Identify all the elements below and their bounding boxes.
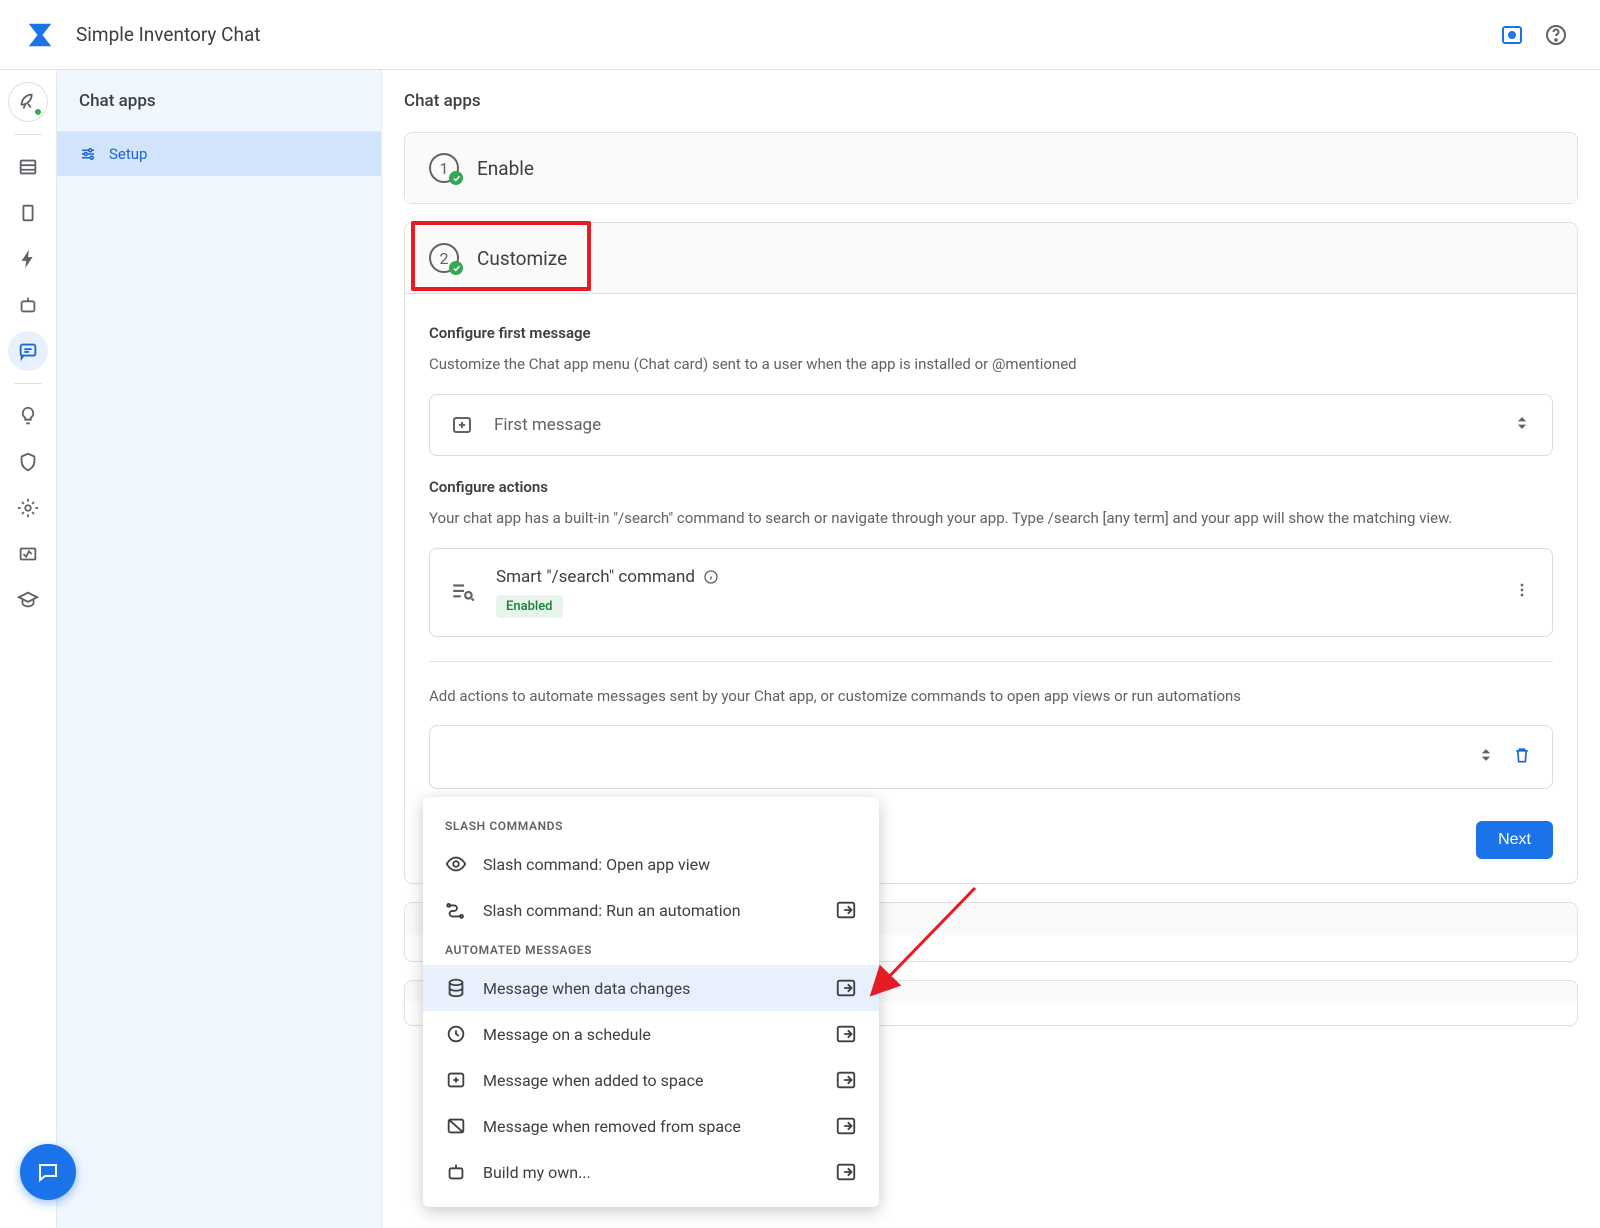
rail-intelligence[interactable] bbox=[8, 396, 48, 436]
rail-views[interactable] bbox=[8, 193, 48, 233]
search-command-row[interactable]: Smart "/search" command Enabled bbox=[429, 548, 1553, 637]
sort-icon[interactable] bbox=[1512, 413, 1532, 437]
menu-group-automated: AUTOMATED MESSAGES bbox=[423, 933, 879, 965]
chat-bubble-icon bbox=[36, 1160, 60, 1184]
rail-learn[interactable] bbox=[8, 580, 48, 620]
enter-icon bbox=[835, 1069, 857, 1091]
flow-icon bbox=[445, 899, 467, 921]
app-title: Simple Inventory Chat bbox=[76, 23, 261, 46]
divider bbox=[429, 661, 1553, 662]
actions-description: Your chat app has a built-in "/search" c… bbox=[429, 508, 1553, 530]
menu-item-msg-schedule[interactable]: Message on a schedule bbox=[423, 1011, 879, 1057]
rail-divider bbox=[14, 383, 42, 384]
step-2-badge: 2 bbox=[429, 243, 459, 273]
help-button[interactable] bbox=[1536, 15, 1576, 55]
next-button[interactable]: Next bbox=[1476, 821, 1553, 859]
menu-item-msg-removed-space[interactable]: Message when removed from space bbox=[423, 1103, 879, 1149]
bot-icon bbox=[445, 1161, 467, 1183]
check-icon bbox=[449, 171, 463, 185]
step-2-title: Customize bbox=[477, 247, 567, 270]
main-content: Chat apps 1 Enable 2 bbox=[382, 70, 1600, 1228]
add-actions-text: Add actions to automate messages sent by… bbox=[429, 686, 1553, 708]
first-message-heading: Configure first message bbox=[429, 324, 1553, 342]
sort-icon[interactable] bbox=[1476, 745, 1496, 769]
chat-fab[interactable] bbox=[20, 1144, 76, 1200]
first-message-description: Customize the Chat app menu (Chat card) … bbox=[429, 354, 1553, 376]
status-dot-icon bbox=[34, 108, 42, 116]
preview-button[interactable] bbox=[1492, 15, 1532, 55]
enabled-chip: Enabled bbox=[496, 595, 563, 618]
enter-icon bbox=[835, 899, 857, 921]
delete-icon[interactable] bbox=[1512, 745, 1532, 769]
card-add-icon bbox=[450, 413, 474, 437]
step-1-card[interactable]: 1 Enable bbox=[404, 132, 1578, 204]
step-1-badge: 1 bbox=[429, 153, 459, 183]
menu-item-slash-run-automation[interactable]: Slash command: Run an automation bbox=[423, 887, 879, 933]
sidebar: Chat apps Setup bbox=[56, 70, 382, 1228]
rail-automation[interactable] bbox=[8, 285, 48, 325]
menu-group-slash: SLASH COMMANDS bbox=[423, 809, 879, 841]
icon-rail bbox=[0, 70, 56, 1228]
first-message-row[interactable]: First message bbox=[429, 394, 1553, 456]
rail-security[interactable] bbox=[8, 442, 48, 482]
sidebar-item-setup[interactable]: Setup bbox=[57, 132, 381, 176]
database-icon bbox=[445, 977, 467, 999]
actions-heading: Configure actions bbox=[429, 478, 1553, 496]
enter-icon bbox=[835, 1115, 857, 1137]
rail-actions[interactable] bbox=[8, 239, 48, 279]
rail-data[interactable] bbox=[8, 147, 48, 187]
card-remove-icon bbox=[445, 1115, 467, 1137]
menu-item-build-own[interactable]: Build my own... bbox=[423, 1149, 879, 1195]
rail-chat[interactable] bbox=[8, 331, 48, 371]
enter-icon bbox=[835, 977, 857, 999]
rail-settings[interactable] bbox=[8, 488, 48, 528]
search-list-icon bbox=[450, 579, 476, 605]
step-2-card: 2 Customize Configure first message Cust… bbox=[404, 222, 1578, 884]
info-icon[interactable] bbox=[703, 569, 719, 585]
check-icon bbox=[449, 261, 463, 275]
first-message-label: First message bbox=[494, 415, 601, 435]
action-type-menu: SLASH COMMANDS Slash command: Open app v… bbox=[423, 797, 879, 1207]
add-action-row[interactable] bbox=[429, 725, 1553, 789]
sidebar-header: Chat apps bbox=[57, 70, 381, 132]
appsheet-logo-icon bbox=[16, 20, 64, 50]
search-command-name: Smart "/search" command bbox=[496, 567, 695, 587]
card-add-icon bbox=[445, 1069, 467, 1091]
eye-icon bbox=[445, 853, 467, 875]
topbar: Simple Inventory Chat bbox=[0, 0, 1600, 70]
rail-manage[interactable] bbox=[8, 534, 48, 574]
enter-icon bbox=[835, 1161, 857, 1183]
overflow-menu-icon[interactable] bbox=[1512, 580, 1532, 604]
rail-divider bbox=[14, 134, 42, 135]
step-1-title: Enable bbox=[477, 157, 534, 180]
enter-icon bbox=[835, 1023, 857, 1045]
menu-item-msg-added-space[interactable]: Message when added to space bbox=[423, 1057, 879, 1103]
menu-item-msg-data-changes[interactable]: Message when data changes bbox=[423, 965, 879, 1011]
main-header: Chat apps bbox=[382, 70, 1600, 132]
rail-deployment[interactable] bbox=[8, 82, 48, 122]
sidebar-item-label: Setup bbox=[109, 145, 147, 163]
clock-icon bbox=[445, 1023, 467, 1045]
tune-icon bbox=[79, 145, 97, 163]
menu-item-slash-open-view[interactable]: Slash command: Open app view bbox=[423, 841, 879, 887]
